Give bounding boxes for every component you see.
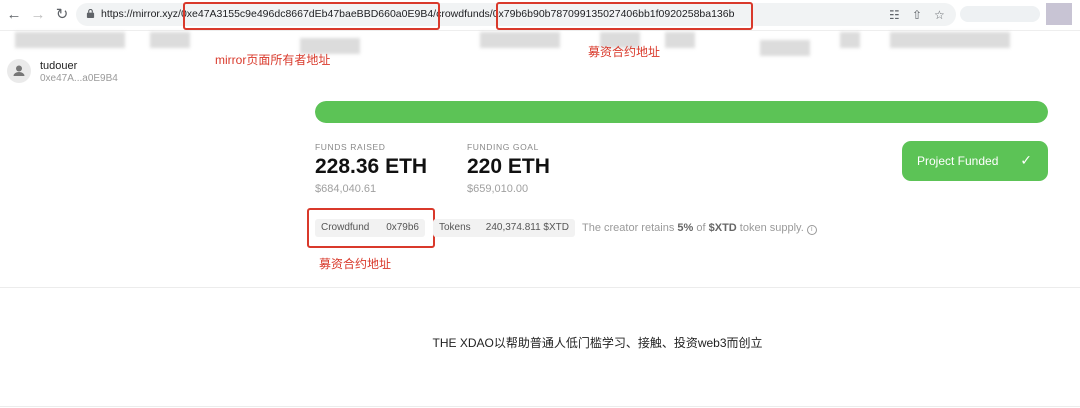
funding-goal-usd: $659,010.00 — [467, 183, 529, 195]
funding-goal-value: 220 ETH — [467, 155, 550, 178]
tokens-chip-value: 240,374.811 $XTD — [485, 222, 569, 233]
section-divider — [0, 287, 1080, 288]
note-suffix: token supply. — [739, 222, 804, 234]
back-arrow-icon[interactable]: ← — [6, 7, 22, 23]
crowdfund-highlight — [307, 208, 435, 248]
project-description: THE XDAO以帮助普通人低门槛学习、接触、投资web3而创立 — [432, 336, 763, 350]
profile-name[interactable]: tudouer — [40, 60, 77, 72]
project-funded-button[interactable]: Project Funded ✓ — [902, 141, 1048, 181]
contract-address-annotation-top: 募资合约地址 — [588, 45, 661, 59]
project-funded-label: Project Funded — [917, 154, 999, 168]
share-icon[interactable]: ⇧ — [912, 8, 922, 22]
bottom-divider — [0, 406, 1080, 407]
funding-progress-bar — [315, 101, 1048, 123]
funding-progress-fill — [315, 101, 1048, 123]
owner-address-annotation: mirror页面所有者地址 — [215, 53, 331, 67]
reload-icon[interactable]: ↻ — [54, 7, 70, 23]
note-prefix: The creator retains — [582, 222, 675, 234]
tokens-chip-key: Tokens — [439, 222, 471, 233]
funding-goal-label: FUNDING GOAL — [467, 142, 539, 152]
translate-icon[interactable]: ☷ — [889, 8, 900, 22]
note-token: $XTD — [708, 222, 737, 234]
profile-address: 0xe47A...a0E9B4 — [40, 73, 118, 84]
owner-address-highlight — [183, 2, 440, 30]
blurred-extension-area — [960, 6, 1040, 22]
profile-avatar-icon[interactable] — [1046, 3, 1072, 25]
contract-address-highlight — [496, 2, 753, 30]
note-middle: of — [696, 222, 706, 234]
contract-address-annotation-bottom: 募资合约地址 — [319, 257, 392, 271]
url-prefix: https://mirror.xyz/ — [101, 8, 181, 20]
info-icon[interactable]: i — [806, 225, 817, 235]
url-mid: /crowdfunds/ — [433, 8, 493, 20]
forward-arrow-icon[interactable]: → — [30, 7, 46, 23]
token-retention-note: The creator retains 5% of $XTD token sup… — [582, 222, 817, 235]
checkmark-icon: ✓ — [1020, 152, 1032, 168]
funds-raised-label: FUNDS RAISED — [315, 142, 386, 152]
tokens-chip[interactable]: Tokens 240,374.811 $XTD — [433, 219, 575, 237]
funds-raised-value: 228.36 ETH — [315, 155, 428, 178]
funds-raised-usd: $684,040.61 — [315, 183, 377, 195]
note-percent: 5% — [677, 222, 694, 234]
lock-icon — [86, 9, 95, 18]
avatar[interactable] — [7, 59, 31, 83]
blurred-bookmarks-bar — [0, 30, 1080, 56]
bookmark-star-icon[interactable]: ☆ — [934, 8, 945, 22]
user-icon — [13, 65, 25, 76]
